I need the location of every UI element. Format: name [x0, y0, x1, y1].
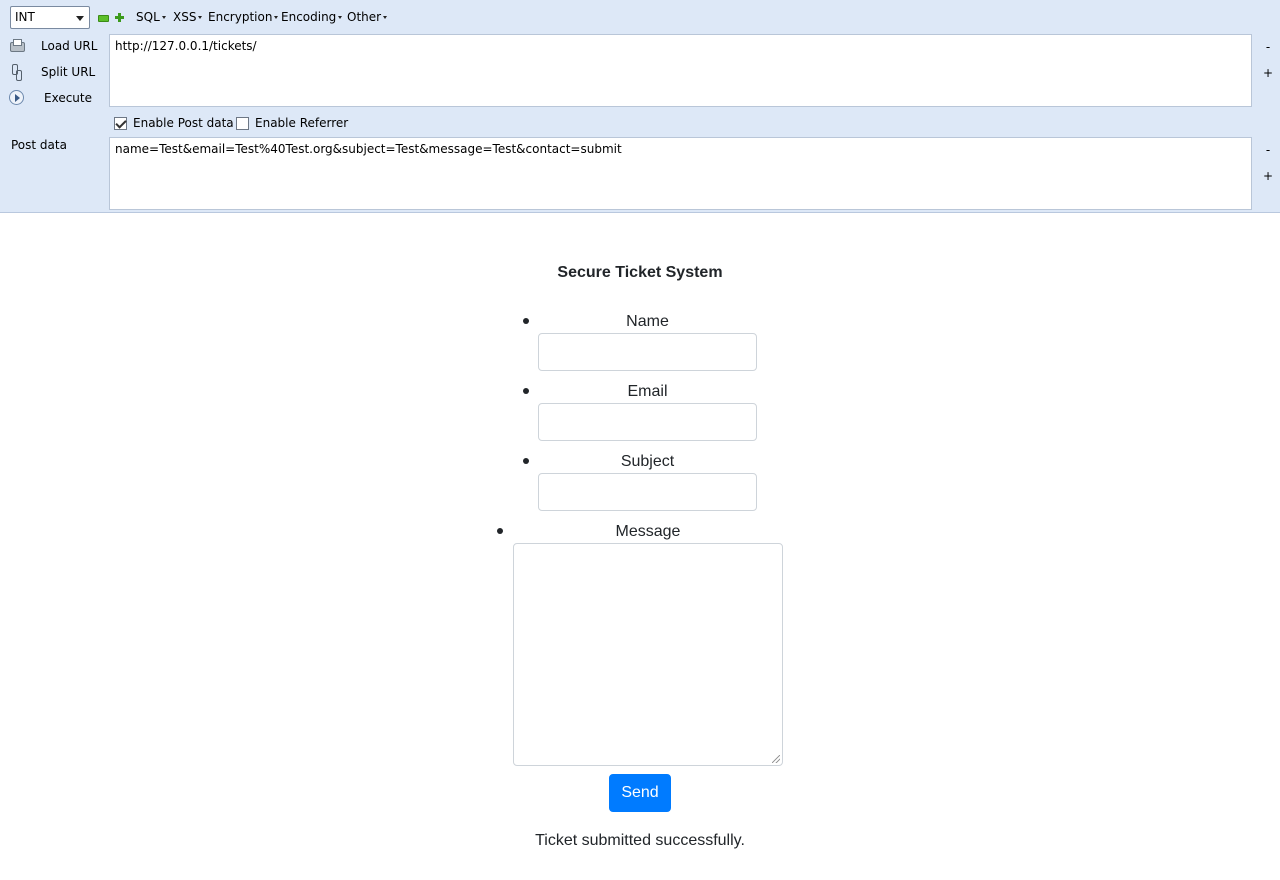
menu-sql-label: SQL — [136, 10, 160, 24]
menu-encoding-label: Encoding — [281, 10, 337, 24]
menu-encryption-label: Encryption — [208, 10, 273, 24]
execute-icon — [9, 90, 24, 105]
list-bullet — [523, 458, 529, 464]
url-shrink-button[interactable]: - — [1262, 40, 1274, 54]
dropdown-arrow-icon — [383, 16, 388, 19]
post-shrink-button[interactable]: - — [1262, 143, 1274, 157]
load-url-button[interactable]: Load URL — [0, 35, 105, 57]
execute-button[interactable]: Execute — [0, 87, 105, 109]
type-select[interactable]: INT — [10, 6, 90, 29]
name-input[interactable] — [538, 333, 757, 371]
post-grow-button[interactable]: + — [1262, 169, 1274, 183]
split-url-label: Split URL — [41, 65, 96, 79]
subject-label: Subject — [620, 453, 675, 470]
menu-encoding[interactable]: Encoding — [281, 10, 343, 24]
send-button[interactable]: Send — [609, 774, 671, 812]
message-textarea[interactable] — [513, 543, 783, 766]
email-label: Email — [627, 383, 668, 400]
hackbar-menubar: INT SQL XSS Encryption Encoding Other — [0, 0, 1280, 34]
enable-referrer-checkbox[interactable] — [236, 117, 249, 130]
enable-referrer-label: Enable Referrer — [255, 116, 349, 130]
dropdown-arrow-icon — [274, 16, 279, 19]
subject-input[interactable] — [538, 473, 757, 511]
execute-label: Execute — [44, 91, 92, 105]
name-label: Name — [626, 313, 669, 330]
menu-encryption[interactable]: Encryption — [208, 10, 279, 24]
post-data-label: Post data — [11, 138, 67, 152]
minus-icon[interactable] — [98, 13, 109, 22]
enable-post-data-label: Enable Post data — [133, 116, 234, 130]
email-input[interactable] — [538, 403, 757, 441]
menu-other-label: Other — [347, 10, 382, 24]
dropdown-arrow-icon — [161, 16, 166, 19]
menu-xss[interactable]: XSS — [173, 10, 203, 24]
load-url-label: Load URL — [41, 39, 98, 53]
menu-xss-label: XSS — [173, 10, 197, 24]
plus-icon[interactable] — [115, 13, 124, 22]
split-url-button[interactable]: Split URL — [0, 61, 105, 83]
hackbar-toolbar: INT SQL XSS Encryption Encoding Other Lo… — [0, 0, 1280, 213]
status-message: Ticket submitted successfully. — [535, 832, 745, 849]
url-textarea[interactable]: http://127.0.0.1/tickets/ — [109, 34, 1252, 107]
menu-sql[interactable]: SQL — [136, 10, 166, 24]
enable-post-data-checkbox[interactable] — [114, 117, 127, 130]
message-label: Message — [615, 523, 681, 540]
dropdown-arrow-icon — [338, 16, 343, 19]
page-title: Secure Ticket System — [557, 264, 723, 281]
type-select-value: INT — [15, 10, 35, 24]
url-grow-button[interactable]: + — [1262, 66, 1274, 80]
list-bullet — [523, 388, 529, 394]
load-url-icon — [9, 38, 25, 53]
post-data-textarea[interactable]: name=Test&email=Test%40Test.org&subject=… — [109, 137, 1252, 210]
list-bullet — [497, 528, 503, 534]
resize-grip-icon[interactable] — [772, 755, 780, 763]
chevron-down-icon — [76, 16, 84, 21]
menu-other[interactable]: Other — [347, 10, 388, 24]
ticket-page: Secure Ticket System Name Email Subject … — [0, 214, 1280, 880]
dropdown-arrow-icon — [198, 16, 203, 19]
list-bullet — [523, 318, 529, 324]
split-url-icon — [9, 64, 24, 81]
